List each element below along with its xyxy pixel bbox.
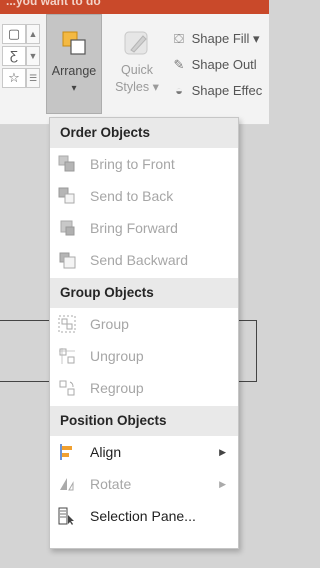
gallery-more-icon[interactable]: ☰	[26, 68, 40, 88]
bring-to-front-icon	[58, 155, 75, 172]
bring-forward-label: Bring Forward	[90, 220, 178, 236]
rotate-label: Rotate	[90, 476, 132, 492]
bring-forward-item[interactable]: Bring Forward	[50, 212, 238, 244]
align-item[interactable]: Align ▶	[50, 436, 238, 468]
pen-outline-icon: ✎	[173, 57, 185, 72]
ungroup-item[interactable]: Ungroup	[50, 340, 238, 372]
star-shape-icon[interactable]: ☆	[2, 68, 26, 88]
submenu-arrow-icon: ▶	[219, 479, 226, 489]
rotate-item[interactable]: Rotate ▶	[50, 468, 238, 500]
shape-effects-label: Shape Effec	[191, 83, 263, 98]
ungroup-icon	[59, 348, 75, 364]
quick-styles-label-1: Quick	[121, 63, 153, 77]
selection-pane-label: Selection Pane...	[90, 508, 196, 524]
bring-to-front-item[interactable]: Bring to Front	[50, 148, 238, 180]
quick-styles-icon	[124, 31, 148, 55]
selection-pane-item[interactable]: Selection Pane...	[50, 500, 238, 532]
align-icon	[60, 444, 72, 460]
group-item[interactable]: Group	[50, 308, 238, 340]
shape-effects-button[interactable]: ◒ Shape Effec	[170, 80, 262, 102]
send-to-back-item[interactable]: Send to Back	[50, 180, 238, 212]
group-objects-header: Group Objects	[50, 278, 238, 308]
group-label: Group	[90, 316, 129, 332]
paint-bucket-icon: ⛋	[174, 31, 184, 46]
gallery-scroll-down-icon[interactable]: ▼	[26, 46, 40, 66]
ungroup-label: Ungroup	[90, 348, 144, 364]
rotate-icon	[60, 478, 74, 491]
shape-fill-label: Shape Fill ▾	[191, 31, 260, 46]
send-backward-label: Send Backward	[90, 252, 189, 268]
shape-outline-button[interactable]: ✎ Shape Outl	[170, 54, 257, 76]
submenu-arrow-icon: ▶	[219, 447, 226, 457]
gallery-scroll-up-icon[interactable]: ▲	[26, 24, 40, 44]
group-icon	[58, 315, 76, 333]
quick-styles-label-2: Styles ▾	[115, 80, 159, 94]
regroup-label: Regroup	[90, 380, 144, 396]
align-label: Align	[90, 444, 122, 460]
bracket-shape-icon[interactable]: Ƹ	[2, 46, 26, 66]
quick-styles-button[interactable]: Quick Styles ▾	[110, 14, 164, 112]
chevron-down-icon: ▾	[71, 83, 77, 94]
arrange-dropdown-menu: Order Objects Bring to Front Send to Bac…	[49, 117, 239, 549]
arrange-label: Arrange	[51, 64, 97, 78]
shape-effects-icon: ◒	[175, 83, 183, 98]
shape-fill-button[interactable]: ⛋ Shape Fill ▾	[170, 28, 260, 50]
send-backward-item[interactable]: Send Backward	[50, 244, 238, 276]
send-to-back-icon	[58, 187, 75, 204]
send-backward-icon	[59, 252, 76, 269]
shapes-gallery[interactable]: ▢ Ƹ ☆ ▲ ▼ ☰	[0, 24, 40, 108]
position-objects-header: Position Objects	[50, 406, 238, 436]
order-objects-header: Order Objects	[50, 118, 238, 148]
shape-outline-label: Shape Outl	[191, 57, 257, 72]
bring-to-front-label: Bring to Front	[90, 156, 175, 172]
rectangle-shape-icon[interactable]: ▢	[2, 24, 26, 44]
bring-forward-icon	[60, 220, 75, 236]
selection-pane-icon	[58, 507, 74, 525]
ribbon-drawing-group: ▢ Ƹ ☆ ▲ ▼ ☰ Arrange ▾ Quick Styles ▾ ⛋ S…	[0, 14, 269, 125]
regroup-item[interactable]: Regroup	[50, 372, 238, 404]
tell-me-text: ...you want to do	[6, 0, 101, 8]
arrange-icon	[62, 31, 86, 55]
regroup-icon	[59, 380, 75, 396]
title-bar: ...you want to do	[0, 0, 269, 14]
send-to-back-label: Send to Back	[90, 188, 174, 204]
arrange-button[interactable]: Arrange ▾	[46, 14, 102, 114]
